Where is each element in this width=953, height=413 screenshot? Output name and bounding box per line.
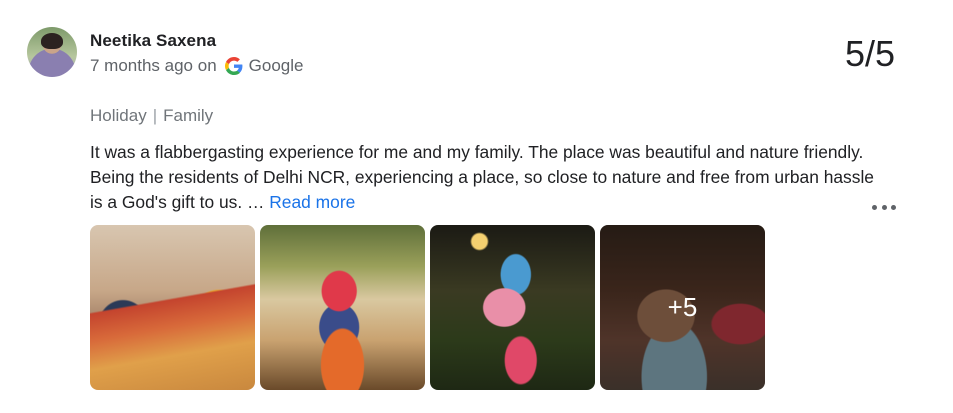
review-photo[interactable] <box>90 225 255 390</box>
review-body: It was a flabbergasting experience for m… <box>90 140 880 215</box>
review-photo[interactable] <box>430 225 595 390</box>
review-text: It was a flabbergasting experience for m… <box>90 142 874 212</box>
tag-trip-type: Holiday <box>90 106 147 125</box>
avatar-hair <box>41 33 63 49</box>
reviewer-name[interactable]: Neetika Saxena <box>90 31 216 51</box>
tag-separator: | <box>152 106 158 125</box>
review-meta: 7 months ago on Google <box>90 56 303 76</box>
tag-travel-group: Family <box>163 106 214 125</box>
trip-tags: Holiday | Family <box>90 106 213 126</box>
review-source: Google <box>248 56 304 75</box>
more-photos-count: +5 <box>600 225 765 390</box>
review-rating: 5/5 <box>844 33 895 74</box>
review-time: 7 months ago on <box>90 56 217 75</box>
reviewer-avatar[interactable] <box>27 27 77 77</box>
review-photos: +5 <box>90 225 765 390</box>
review-photo-more[interactable]: +5 <box>600 225 765 390</box>
more-options-icon[interactable] <box>872 202 896 212</box>
google-g-icon <box>224 57 243 75</box>
review-photo[interactable] <box>260 225 425 390</box>
read-more-link[interactable]: Read more <box>269 192 355 212</box>
